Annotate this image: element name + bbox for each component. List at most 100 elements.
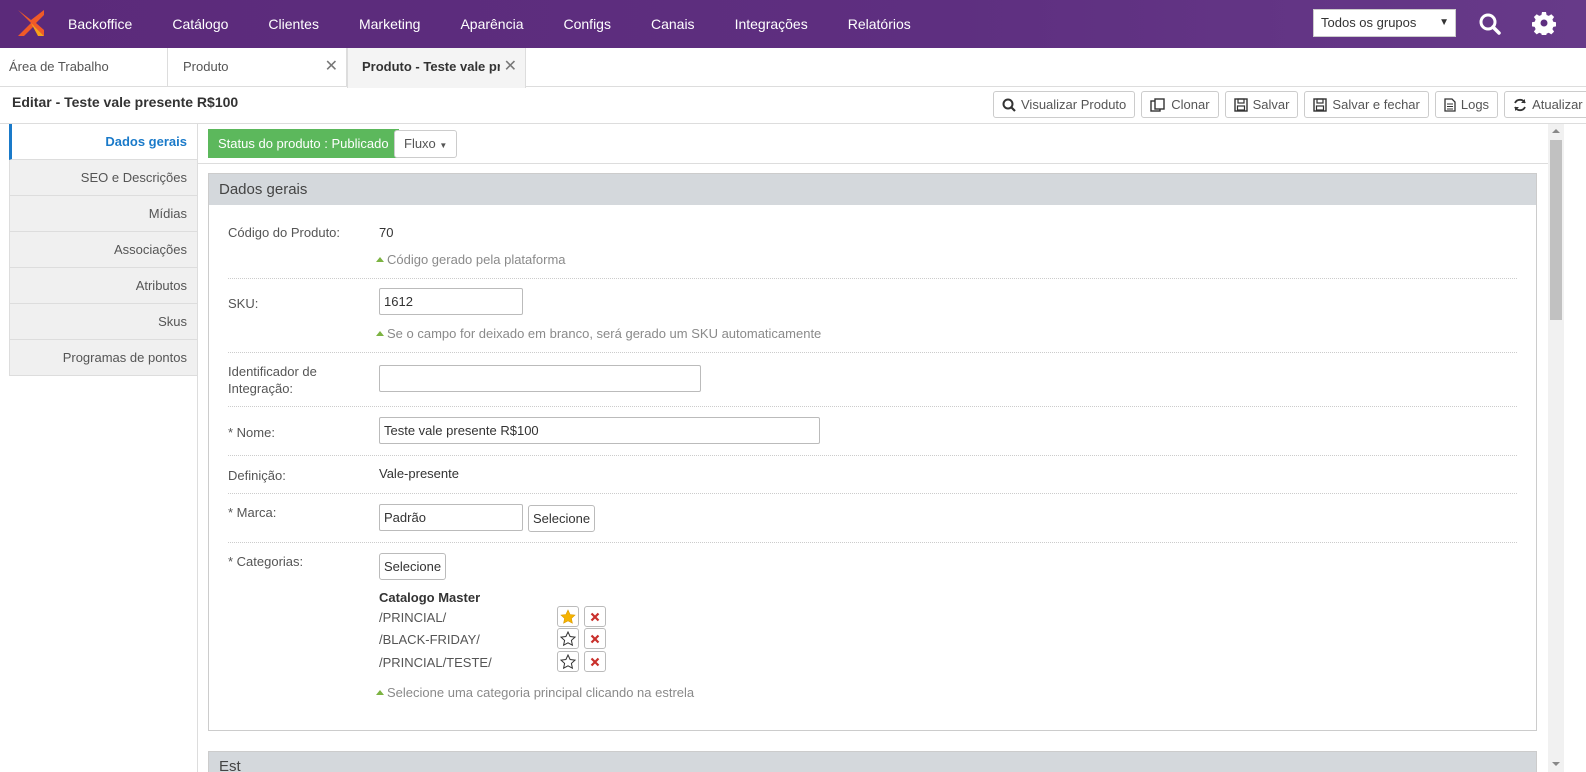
remove-category-button[interactable]: [584, 651, 606, 672]
scrollbar-thumb[interactable]: [1550, 140, 1562, 320]
tab-area-de-trabalho[interactable]: Área de Trabalho: [0, 48, 168, 87]
categories-select-button[interactable]: Selecione: [379, 553, 447, 580]
copy-icon: [1150, 97, 1165, 112]
group-select[interactable]: Todos os grupos ▼: [1313, 9, 1456, 37]
nav-configs[interactable]: Configs: [544, 0, 631, 48]
top-navbar: Backoffice Catálogo Clientes Marketing A…: [0, 0, 1586, 48]
header-divider: [0, 123, 1586, 124]
search-icon[interactable]: [1478, 12, 1502, 36]
tab-produto[interactable]: Produto ✕: [174, 48, 347, 87]
hint-arrow-icon: [376, 331, 384, 336]
nav-integracoes[interactable]: Integrações: [715, 0, 828, 48]
close-icon: [590, 612, 600, 621]
nav-canais[interactable]: Canais: [631, 0, 715, 48]
brand-input[interactable]: Padrão: [379, 504, 523, 531]
tab-label: Produto: [183, 59, 229, 74]
logo-icon[interactable]: [14, 6, 48, 40]
close-icon: [590, 634, 600, 643]
clone-button[interactable]: Clonar: [1141, 91, 1219, 118]
row-divider: [228, 455, 1517, 456]
integration-id-label-line2: Integração:: [228, 381, 294, 396]
refresh-label: Atualizar: [1532, 97, 1583, 112]
flow-dropdown-button[interactable]: Fluxo ▼: [394, 130, 458, 158]
catalog-title: Catalogo Master: [379, 590, 481, 605]
star-outline-icon: [560, 653, 576, 669]
close-icon[interactable]: ✕: [504, 48, 517, 86]
tab-label: Produto - Teste vale presente R$100: [362, 59, 500, 74]
scroll-up-icon[interactable]: [1552, 129, 1560, 133]
next-panel-title: Est: [219, 758, 241, 772]
sidebar-item-dados-gerais[interactable]: Dados gerais: [9, 124, 197, 160]
brand-label: * Marca:: [228, 505, 277, 520]
product-code-hint: Código gerado pela plataforma: [376, 252, 566, 267]
main-nav: Backoffice Catálogo Clientes Marketing A…: [48, 0, 931, 48]
row-divider: [228, 542, 1517, 543]
gear-icon[interactable]: [1532, 11, 1556, 35]
hint-text: Código gerado pela plataforma: [387, 252, 566, 267]
remove-category-button[interactable]: [584, 628, 606, 649]
nav-backoffice[interactable]: Backoffice: [48, 0, 152, 48]
vertical-scrollbar[interactable]: [1548, 124, 1564, 772]
product-code-label: Código do Produto:: [228, 225, 341, 240]
tab-label: Área de Trabalho: [9, 59, 109, 74]
primary-star-button[interactable]: [557, 606, 579, 627]
logs-button[interactable]: Logs: [1434, 91, 1499, 118]
caret-down-icon: ▼: [439, 141, 448, 150]
sidebar-item-midias[interactable]: Mídias: [9, 196, 197, 232]
name-label: * Nome:: [228, 425, 275, 440]
panel-title: Dados gerais: [209, 174, 1536, 205]
sidebar-item-skus[interactable]: Skus: [9, 304, 197, 340]
nav-catalogo[interactable]: Catálogo: [152, 0, 248, 48]
integration-id-label: Identificador de Integração:: [228, 363, 317, 397]
save-and-close-button[interactable]: Salvar e fechar: [1304, 91, 1429, 118]
sidebar-item-atributos[interactable]: Atributos: [9, 268, 197, 304]
nav-clientes[interactable]: Clientes: [248, 0, 339, 48]
integration-id-input[interactable]: [379, 365, 701, 392]
star-button[interactable]: [557, 628, 579, 649]
floppy-disk-icon: [1313, 97, 1328, 112]
star-button[interactable]: [557, 651, 579, 672]
tab-produto-teste[interactable]: Produto - Teste vale presente R$100 ✕: [347, 48, 526, 88]
star-filled-icon: [560, 608, 576, 624]
row-divider: [228, 278, 1517, 279]
save-label: Salvar: [1252, 97, 1290, 112]
nav-marketing[interactable]: Marketing: [339, 0, 440, 48]
brand-select-button[interactable]: Selecione: [528, 505, 596, 532]
view-product-button[interactable]: Visualizar Produto: [993, 91, 1136, 118]
categories-hint: Selecione uma categoria principal clican…: [376, 685, 694, 700]
save-button[interactable]: Salvar: [1224, 91, 1299, 118]
sku-input[interactable]: 1612: [379, 288, 523, 315]
nav-aparencia[interactable]: Aparência: [440, 0, 543, 48]
group-select-value: Todos os grupos: [1321, 15, 1417, 30]
toolbar: Visualizar Produto Clonar Salvar Salvar …: [993, 91, 1586, 118]
logs-label: Logs: [1460, 97, 1490, 112]
next-panel: Est: [208, 751, 1537, 772]
nav-relatorios[interactable]: Relatórios: [828, 0, 931, 48]
row-divider: [228, 352, 1517, 353]
document-icon: [1444, 97, 1456, 112]
category-path: /PRINCIAL/: [379, 610, 447, 625]
close-icon[interactable]: ✕: [325, 48, 338, 86]
category-path: /PRINCIAL/TESTE/: [379, 655, 492, 670]
remove-category-button[interactable]: [584, 606, 606, 627]
integration-id-label-line1: Identificador de: [228, 364, 317, 379]
sidebar-item-programas-de-pontos[interactable]: Programas de pontos: [9, 340, 197, 376]
save-and-close-label: Salvar e fechar: [1332, 97, 1420, 112]
sidebar-item-seo[interactable]: SEO e Descrições: [9, 160, 197, 196]
sku-hint: Se o campo for deixado em branco, será g…: [376, 326, 821, 341]
refresh-button[interactable]: Atualizar: [1504, 91, 1586, 118]
view-product-label: Visualizar Produto: [1021, 97, 1127, 112]
sidebar: Dados gerais SEO e Descrições Mídias Ass…: [9, 124, 197, 376]
search-icon: [1002, 98, 1016, 112]
scroll-down-icon[interactable]: [1552, 762, 1560, 766]
sidebar-divider: [197, 124, 198, 772]
close-icon: [590, 657, 600, 666]
definition-value: Vale-presente: [379, 466, 459, 481]
hint-text: Se o campo for deixado em branco, será g…: [387, 326, 822, 341]
categories-label: * Categorias:: [228, 554, 304, 569]
name-input[interactable]: Teste vale presente R$100: [379, 417, 820, 444]
sidebar-item-associacoes[interactable]: Associações: [9, 232, 197, 268]
category-path: /BLACK-FRIDAY/: [379, 632, 480, 647]
star-outline-icon: [560, 630, 576, 646]
hint-arrow-icon: [376, 257, 384, 262]
